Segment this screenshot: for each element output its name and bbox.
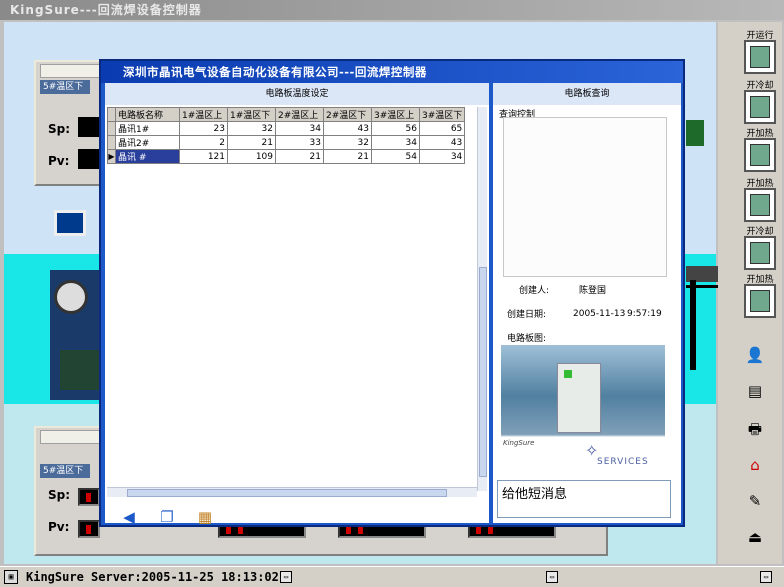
board-query-header: 电路板查询: [493, 83, 681, 105]
table-cell[interactable]: 34: [418, 149, 466, 164]
printer-icon[interactable]: 🖶: [744, 418, 766, 440]
board-image-label: 电路板图:: [507, 334, 547, 344]
server-time: KingSure Server:2005-11-25 18:13:02: [26, 570, 279, 584]
user-icon[interactable]: 👤: [744, 344, 766, 366]
table-row-selected[interactable]: ▶ 晶讯 # 121 109 21 21 54 34: [107, 149, 466, 164]
exit-icon[interactable]: ⏏: [744, 526, 766, 548]
col-header[interactable]: 3#温区上: [371, 107, 420, 122]
toolbar-button-4[interactable]: [744, 188, 776, 222]
table-cell[interactable]: 65: [418, 121, 466, 136]
copy-icon[interactable]: ❐: [157, 507, 177, 527]
horizontal-scrollbar[interactable]: [107, 487, 477, 497]
board-name-cell[interactable]: 晶讯1#: [115, 121, 180, 136]
device-image: [557, 363, 601, 433]
status-small-icon[interactable]: ▭: [546, 571, 558, 583]
status-small-icon[interactable]: ▭: [280, 571, 292, 583]
creator-label: 创建人:: [519, 286, 550, 296]
status-indicator: [686, 120, 704, 146]
monitor-icon: [54, 210, 86, 236]
table-cell[interactable]: 109: [227, 149, 276, 164]
temperature-settings-panel: 电路板温度设定 电路板名称 1#温区上 1#温区下 2#温区上 2#温区下 3#…: [105, 83, 489, 526]
photo-brand: KingSure: [503, 439, 535, 447]
table-cell[interactable]: 34: [371, 135, 420, 150]
sp-label: Sp:: [48, 488, 71, 502]
temperature-settings-header: 电路板温度设定: [105, 83, 489, 105]
table-cell[interactable]: 2: [179, 135, 228, 150]
table-cell[interactable]: 21: [275, 149, 324, 164]
table-cell[interactable]: 32: [323, 135, 372, 150]
table-cell[interactable]: 33: [275, 135, 324, 150]
document-icon[interactable]: ✎: [744, 490, 766, 512]
back-arrow-icon[interactable]: ◀: [119, 507, 139, 527]
table-cell[interactable]: 23: [179, 121, 228, 136]
row-header-corner: [107, 107, 116, 122]
server-icon: ▣: [4, 570, 18, 584]
zone-label: 5#温区下: [40, 80, 90, 94]
toolbar-button-1[interactable]: [744, 40, 776, 74]
toolbar-button-2[interactable]: [744, 90, 776, 124]
table-cell[interactable]: 43: [323, 121, 372, 136]
col-header[interactable]: 1#温区上: [179, 107, 228, 122]
date-value: 2005-11-13: [573, 309, 626, 319]
pv-label: Pv:: [48, 154, 70, 168]
date-label: 创建日期:: [507, 310, 547, 320]
col-header[interactable]: 2#温区下: [323, 107, 372, 122]
creator-value: 陈登国: [579, 286, 607, 296]
status-small-icon[interactable]: ▭: [760, 571, 772, 583]
controller-dialog: 深圳市晶讯电气设备自动化设备有限公司---回流焊控制器 电路板温度设定 电路板名…: [99, 59, 685, 527]
col-header[interactable]: 2#温区上: [275, 107, 324, 122]
table-cell[interactable]: 21: [227, 135, 276, 150]
scroll-thumb[interactable]: [479, 267, 487, 477]
message-box[interactable]: 给他短消息: [497, 480, 671, 518]
motor-icon: [60, 350, 100, 390]
home-icon[interactable]: ⌂: [744, 454, 766, 476]
zone-panel-header: [40, 64, 108, 78]
status-bar: ▣ KingSure Server:2005-11-25 18:13:02 ▭ …: [0, 566, 784, 587]
photo-services: SERVICES: [597, 457, 649, 467]
time-value: 9:57:19: [627, 309, 662, 319]
grid-header-row: 电路板名称 1#温区上 1#温区下 2#温区上 2#温区下 3#温区上 3#温区…: [107, 107, 466, 122]
table-cell[interactable]: 32: [227, 121, 276, 136]
col-header[interactable]: 电路板名称: [115, 107, 180, 122]
app-title: KingSure---回流焊设备控制器: [0, 0, 784, 20]
save-icon[interactable]: ▦: [195, 507, 215, 527]
list-icon[interactable]: ▤: [744, 380, 766, 402]
board-photo: KingSure ✧ SERVICES: [501, 345, 665, 473]
dialog-footer-toolbar: ◀ ❐ ▦: [105, 501, 489, 526]
table-cell[interactable]: 43: [418, 135, 466, 150]
pv-led-display: [78, 520, 100, 538]
col-header[interactable]: 3#温区下: [418, 107, 466, 122]
pv-label: Pv:: [48, 520, 70, 534]
toolbar-button-5[interactable]: [744, 236, 776, 270]
row-selector[interactable]: [107, 121, 116, 136]
zone-label: 5#温区下: [40, 464, 90, 478]
temperature-grid[interactable]: 电路板名称 1#温区上 1#温区下 2#温区上 2#温区下 3#温区上 3#温区…: [107, 107, 466, 164]
sp-label: Sp:: [48, 122, 71, 136]
row-selector[interactable]: [107, 135, 116, 150]
table-cell[interactable]: 54: [371, 149, 420, 164]
conveyor-leg: [690, 280, 696, 370]
table-cell[interactable]: 34: [275, 121, 324, 136]
table-cell[interactable]: 21: [323, 149, 372, 164]
toolbar-button-3[interactable]: [744, 138, 776, 172]
table-cell[interactable]: 56: [371, 121, 420, 136]
board-query-panel: 电路板查询 查询控制 创建人: 陈登国 创建日期: 2005-11-13 9:5…: [493, 83, 681, 523]
table-cell[interactable]: 121: [179, 149, 228, 164]
table-row[interactable]: 晶讯1# 23 32 34 43 56 65: [107, 121, 466, 136]
row-selector-arrow[interactable]: ▶: [107, 149, 116, 164]
vertical-scrollbar[interactable]: [477, 107, 487, 491]
dialog-title: 深圳市晶讯电气设备自动化设备有限公司---回流焊控制器: [101, 61, 683, 83]
table-row[interactable]: 晶讯2# 2 21 33 32 34 43: [107, 135, 466, 150]
reel-icon: [54, 280, 88, 314]
board-name-cell[interactable]: 晶讯 #: [115, 149, 180, 164]
sp-led-display: [78, 488, 100, 506]
query-control-box[interactable]: [503, 117, 667, 277]
col-header[interactable]: 1#温区下: [227, 107, 276, 122]
scroll-thumb[interactable]: [127, 489, 447, 497]
toolbar-button-6[interactable]: [744, 284, 776, 318]
board-name-cell[interactable]: 晶讯2#: [115, 135, 180, 150]
